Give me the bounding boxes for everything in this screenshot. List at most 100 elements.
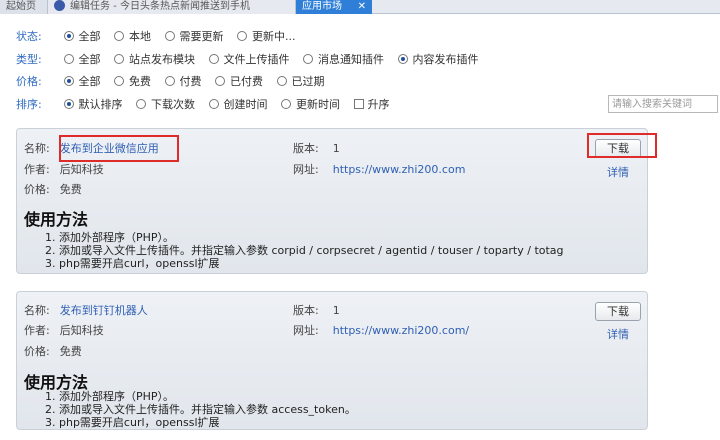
howto-step: 1. 添加外部程序（PHP）。 xyxy=(45,390,175,403)
option-label: 消息通知插件 xyxy=(318,53,384,66)
app-url-link[interactable]: https://www.zhi200.com xyxy=(333,163,466,176)
howto-steps: 1. 添加外部程序（PHP）。 2. 添加或导入文件上传插件。并指定输入参数 a… xyxy=(45,390,356,429)
howto-step: 3. php需要开启curl，openssl扩展 xyxy=(45,416,220,429)
option-label: 更新中... xyxy=(252,30,296,43)
app-author-row: 作者: 后知科技 xyxy=(24,324,104,338)
app-version: 1 xyxy=(332,142,340,155)
app-name-link[interactable]: 发布到钉钉机器人 xyxy=(60,304,148,317)
status-filter-label: 状态: xyxy=(16,30,42,43)
price-filter: 价格: 全部 免费 付费 已付费 已过期 xyxy=(16,73,335,91)
type-filter-label: 类型: xyxy=(16,53,42,66)
sort-option-downloads[interactable]: 下载次数 xyxy=(136,96,195,114)
radio-icon xyxy=(215,76,225,86)
app-name-row: 名称: 发布到钉钉机器人 xyxy=(24,304,148,318)
price-label: 价格: xyxy=(24,345,50,358)
highlight-app-name xyxy=(59,135,179,162)
radio-icon xyxy=(397,54,408,64)
radio-icon xyxy=(63,99,74,109)
price-option-expired[interactable]: 已过期 xyxy=(276,73,325,91)
app-url-row: 网址: https://www.zhi200.com xyxy=(293,163,465,177)
option-label: 付费 xyxy=(179,75,202,88)
option-label: 文件上传插件 xyxy=(223,53,290,66)
app-author: 后知科技 xyxy=(59,324,104,337)
radio-icon xyxy=(164,31,175,41)
app-author: 后知科技 xyxy=(59,163,104,176)
highlight-download-button xyxy=(587,133,657,158)
checkbox-icon xyxy=(353,99,364,109)
sort-option-updated[interactable]: 更新时间 xyxy=(281,96,340,114)
version-label: 版本: xyxy=(293,304,319,317)
app-price: 免费 xyxy=(59,183,82,196)
type-option-notify[interactable]: 消息通知插件 xyxy=(303,51,384,69)
radio-icon xyxy=(208,99,219,109)
howto-title: 使用方法 xyxy=(24,210,89,229)
detail-link[interactable]: 详情 xyxy=(607,164,629,180)
sort-filter-label: 排序: xyxy=(16,98,42,111)
option-label: 内容发布插件 xyxy=(412,53,479,66)
name-label: 名称: xyxy=(24,142,50,155)
type-option-all[interactable]: 全部 xyxy=(63,51,101,69)
author-label: 作者: xyxy=(24,163,50,176)
app-card: 名称: 发布到钉钉机器人 作者: 后知科技 价格: 免费 版本: 1 网址: https:… xyxy=(16,291,648,430)
radio-icon xyxy=(136,99,146,109)
app-author-row: 作者: 后知科技 xyxy=(24,163,104,177)
radio-icon xyxy=(208,54,219,64)
radio-icon xyxy=(63,54,74,64)
price-label: 价格: xyxy=(24,183,50,196)
radio-icon xyxy=(63,76,74,86)
option-label: 全部 xyxy=(78,75,101,88)
author-label: 作者: xyxy=(24,324,50,337)
type-option-file-upload[interactable]: 文件上传插件 xyxy=(208,51,290,69)
close-icon[interactable]: ✕ xyxy=(358,0,366,13)
howto-step: 2. 添加或导入文件上传插件。并指定输入参数 access_token。 xyxy=(45,403,356,416)
type-option-content-publish[interactable]: 内容发布插件 xyxy=(397,51,479,69)
price-option-free[interactable]: 免费 xyxy=(114,73,151,91)
radio-icon xyxy=(237,31,247,41)
app-version-row: 版本: 1 xyxy=(293,142,340,156)
option-label: 下载次数 xyxy=(151,98,195,111)
tab-label: 应用市场 xyxy=(302,1,342,12)
search-input[interactable] xyxy=(608,95,718,113)
sort-ascending-checkbox[interactable]: 升序 xyxy=(353,96,390,114)
url-label: 网址: xyxy=(293,324,319,337)
radio-icon xyxy=(114,54,124,64)
price-option-purchased[interactable]: 已付费 xyxy=(215,73,263,91)
app-price-row: 价格: 免费 xyxy=(24,183,82,197)
radio-icon xyxy=(303,54,313,64)
name-label: 名称: xyxy=(24,304,50,317)
option-label: 需要更新 xyxy=(179,30,224,43)
price-option-all[interactable]: 全部 xyxy=(63,73,101,91)
status-option-local[interactable]: 本地 xyxy=(114,28,151,46)
sort-option-created[interactable]: 创建时间 xyxy=(208,96,268,114)
app-version-row: 版本: 1 xyxy=(293,304,340,318)
option-label: 已付费 xyxy=(230,75,263,88)
tab-app-market[interactable]: 应用市场 ✕ xyxy=(296,0,372,14)
tab-edit-task[interactable]: 编辑任务 - 今日头条热点新闻推送到手机 xyxy=(48,0,296,14)
howto-step: 2. 添加或导入文件上传插件。并指定输入参数 corpid / corpsecr… xyxy=(45,244,564,257)
status-option-needs-update[interactable]: 需要更新 xyxy=(164,28,224,46)
status-option-all[interactable]: 全部 xyxy=(63,28,101,46)
type-option-site-publish[interactable]: 站点发布模块 xyxy=(114,51,195,69)
version-label: 版本: xyxy=(293,142,319,155)
url-label: 网址: xyxy=(293,163,319,176)
option-label: 全部 xyxy=(78,30,101,43)
radio-icon xyxy=(276,76,287,86)
howto-step: 3. php需要开启curl，openssl扩展 xyxy=(45,257,220,270)
task-icon xyxy=(54,0,65,11)
detail-link[interactable]: 详情 xyxy=(607,326,629,342)
app-url-link[interactable]: https://www.zhi200.com/ xyxy=(333,324,469,337)
option-label: 创建时间 xyxy=(223,98,268,111)
app-price-row: 价格: 免费 xyxy=(24,345,82,359)
status-filter: 状态: 全部 本地 需要更新 更新中... xyxy=(16,28,306,46)
tab-start-page[interactable]: 起始页 xyxy=(0,0,48,14)
howto-steps: 1. 添加外部程序（PHP）。 2. 添加或导入文件上传插件。并指定输入参数 c… xyxy=(45,231,564,270)
howto-step: 1. 添加外部程序（PHP）。 xyxy=(45,231,175,244)
app-url-row: 网址: https://www.zhi200.com/ xyxy=(293,324,469,338)
type-filter: 类型: 全部 站点发布模块 文件上传插件 消息通知插件 内容发布插件 xyxy=(16,51,489,69)
price-option-paid[interactable]: 付费 xyxy=(164,73,202,91)
sort-filter: 排序: 默认排序 下载次数 创建时间 更新时间 升序 xyxy=(16,96,400,114)
sort-option-default[interactable]: 默认排序 xyxy=(63,96,123,114)
status-option-updating[interactable]: 更新中... xyxy=(237,28,296,46)
option-label: 本地 xyxy=(129,30,151,43)
download-button[interactable]: 下载 xyxy=(595,302,641,321)
